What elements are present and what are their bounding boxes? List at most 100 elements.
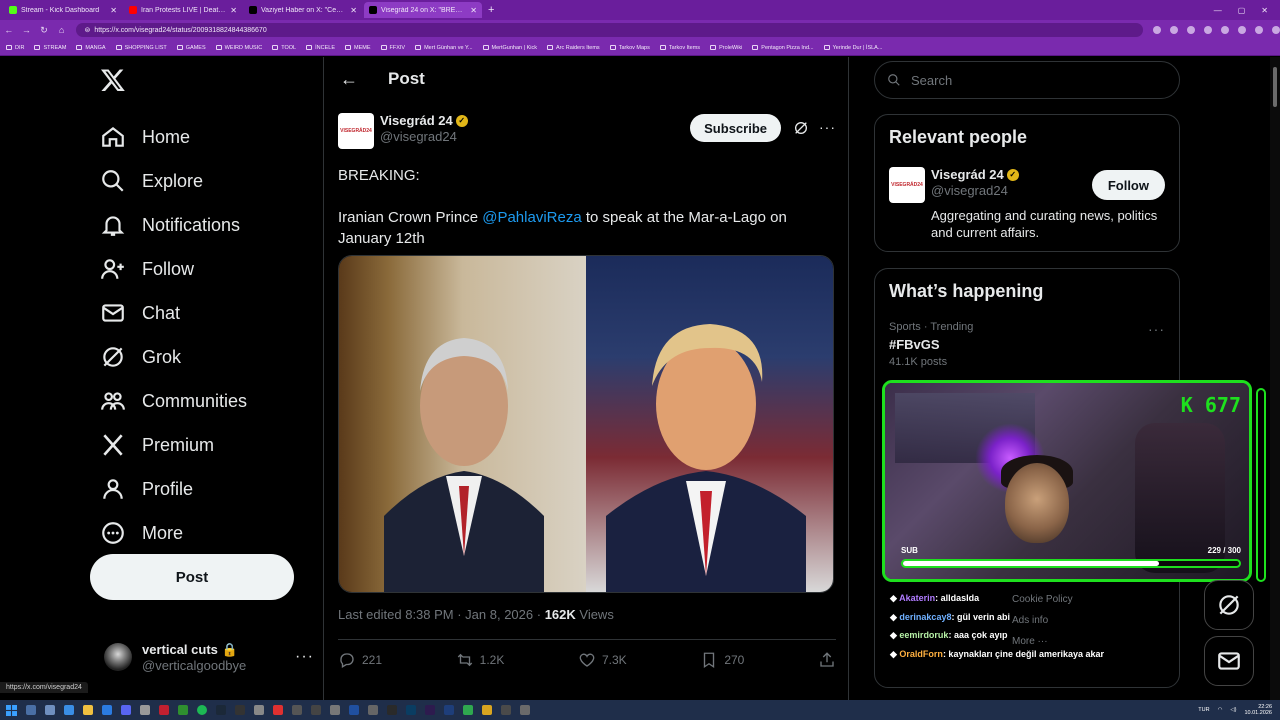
sidebar-item-follow[interactable]: Follow	[100, 247, 247, 291]
app-icon[interactable]	[482, 705, 492, 715]
bookmark-item[interactable]: SHOPPING LIST	[115, 45, 167, 51]
browser-tab[interactable]: Iran Protests LIVE | Death Toll ✕	[124, 2, 242, 18]
author-avatar[interactable]: VISEGRÁD24	[338, 113, 374, 149]
app-icon[interactable]	[387, 705, 397, 715]
extension-icon[interactable]	[1255, 26, 1263, 34]
trend-item[interactable]: Sports · Trending #FBvGS 41.1K posts	[889, 321, 973, 368]
bookmark-item[interactable]: Pentagon Pizza Ind...	[752, 45, 814, 51]
clock[interactable]: 22:26 10.01.2026	[1244, 704, 1272, 716]
scrollbar-thumb[interactable]	[1273, 67, 1277, 107]
mention-link[interactable]: @PahlaviReza	[482, 209, 581, 226]
new-tab-button[interactable]: +	[482, 4, 500, 16]
extension-icon[interactable]	[1272, 26, 1280, 34]
tab-close-icon[interactable]: ✕	[110, 6, 117, 15]
bookmark-item[interactable]: MEME	[345, 45, 371, 51]
sidebar-item-grok[interactable]: Grok	[100, 335, 247, 379]
chat-username[interactable]: derinakcay8	[899, 612, 951, 622]
subscribe-button[interactable]: Subscribe	[690, 114, 781, 142]
app-icon[interactable]	[330, 705, 340, 715]
discord-icon[interactable]	[121, 705, 131, 715]
bookmark-item[interactable]: İNCELE	[306, 45, 335, 51]
tab-close-icon[interactable]: ✕	[470, 6, 477, 15]
bookmark-item[interactable]: TOOL	[272, 45, 296, 51]
wifi-icon[interactable]: ◠	[1218, 707, 1223, 713]
steam-icon[interactable]	[216, 705, 226, 715]
reload-icon[interactable]: ↻	[35, 25, 53, 36]
minimize-icon[interactable]: —	[1214, 6, 1222, 15]
back-nav-icon[interactable]: ←	[0, 25, 18, 35]
extension-icon[interactable]	[1204, 26, 1212, 34]
extension-icon[interactable]	[1187, 26, 1195, 34]
browser-tab[interactable]: Vaziyet Haber on X: "Cenk hoca (R... ✕	[244, 2, 362, 18]
volume-icon[interactable]: ◁)	[1230, 707, 1236, 713]
bookmark-item[interactable]: Tarkov Maps	[609, 45, 650, 51]
tweet-image[interactable]	[338, 255, 834, 593]
bookmark-item[interactable]: ProleWiki	[710, 45, 742, 51]
app-icon[interactable]	[159, 705, 169, 715]
post-button[interactable]: Post	[90, 554, 294, 600]
bookmark-item[interactable]: Yerinde Dur | İSLA...	[823, 45, 882, 51]
app-icon[interactable]	[501, 705, 511, 715]
person-name[interactable]: Visegrád 24	[931, 167, 1004, 183]
extension-icon[interactable]	[1170, 26, 1178, 34]
ads-info-link[interactable]: Ads info	[1012, 610, 1142, 631]
sidebar-item-notifications[interactable]: Notifications	[100, 203, 247, 247]
browser-tab[interactable]: Stream - Kick Dashboard ✕	[4, 2, 122, 18]
app-icon[interactable]	[235, 705, 245, 715]
reply-button[interactable]: 221	[338, 651, 382, 669]
app-icon[interactable]	[368, 705, 378, 715]
person-avatar[interactable]: VISEGRÁD24	[889, 167, 925, 203]
sidebar-item-communities[interactable]: Communities	[100, 379, 247, 423]
back-arrow-icon[interactable]: ←	[340, 69, 360, 90]
spotify-icon[interactable]	[197, 705, 207, 715]
app-icon[interactable]	[102, 705, 112, 715]
sidebar-item-chat[interactable]: Chat	[100, 291, 247, 335]
repost-button[interactable]: 1.2K	[456, 651, 504, 669]
sidebar-item-explore[interactable]: Explore	[100, 159, 247, 203]
bookmark-button[interactable]: 270	[700, 651, 744, 669]
page-scrollbar[interactable]	[1270, 57, 1280, 700]
author-name[interactable]: Visegrád 24	[380, 113, 453, 129]
language-indicator[interactable]: TUR	[1198, 707, 1209, 713]
bookmark-item[interactable]: DIR	[6, 45, 24, 51]
follow-button[interactable]: Follow	[1091, 170, 1165, 200]
bookmark-item[interactable]: Arc Raiders Items	[546, 45, 600, 51]
forward-nav-icon[interactable]: →	[18, 25, 36, 35]
photoshop-icon[interactable]	[406, 705, 416, 715]
chat-username[interactable]: OraldForn	[899, 649, 943, 659]
sidebar-item-more[interactable]: More	[100, 511, 247, 555]
bookmark-item[interactable]: WEIRD MUSIC	[215, 45, 262, 51]
close-window-icon[interactable]: ✕	[1261, 6, 1268, 15]
bookmark-item[interactable]: FFXIV	[380, 45, 405, 51]
tweet-more-icon[interactable]: ···	[819, 119, 836, 135]
app-icon[interactable]	[311, 705, 321, 715]
more-dots-icon[interactable]: ···	[295, 648, 314, 666]
app-icon[interactable]	[520, 705, 530, 715]
tab-close-icon[interactable]: ✕	[350, 6, 357, 15]
extension-icon[interactable]	[1153, 26, 1161, 34]
messages-floating-button[interactable]	[1204, 636, 1254, 686]
home-nav-icon[interactable]: ⌂	[53, 25, 71, 35]
bookmark-item[interactable]: MANGA	[76, 45, 106, 51]
share-button[interactable]	[818, 651, 836, 669]
premiere-icon[interactable]	[425, 705, 435, 715]
bookmark-item[interactable]: Tarkov Items	[659, 45, 700, 51]
x-logo-icon[interactable]	[100, 67, 130, 97]
app-icon[interactable]	[463, 705, 473, 715]
app-icon[interactable]	[444, 705, 454, 715]
search-icon[interactable]	[26, 705, 36, 715]
more-footer-link[interactable]: More ···	[1012, 631, 1142, 652]
sidebar-item-home[interactable]: Home	[100, 115, 247, 159]
chat-username[interactable]: eemirdoruk	[899, 630, 948, 640]
search-input[interactable]: Search	[874, 61, 1180, 99]
bookmark-item[interactable]: STREAM	[34, 45, 66, 51]
app-icon[interactable]	[254, 705, 264, 715]
account-switcher[interactable]: vertical cuts 🔒 @verticalgoodbye ···	[104, 635, 314, 679]
bookmark-item[interactable]: Mert Günhan ve Y...	[415, 45, 473, 51]
sidebar-item-profile[interactable]: Profile	[100, 467, 247, 511]
app-icon[interactable]	[140, 705, 150, 715]
sidebar-item-premium[interactable]: Premium	[100, 423, 247, 467]
tab-close-icon[interactable]: ✕	[230, 6, 237, 15]
cookie-policy-link[interactable]: Cookie Policy	[1012, 589, 1142, 610]
grok-floating-button[interactable]	[1204, 580, 1254, 630]
